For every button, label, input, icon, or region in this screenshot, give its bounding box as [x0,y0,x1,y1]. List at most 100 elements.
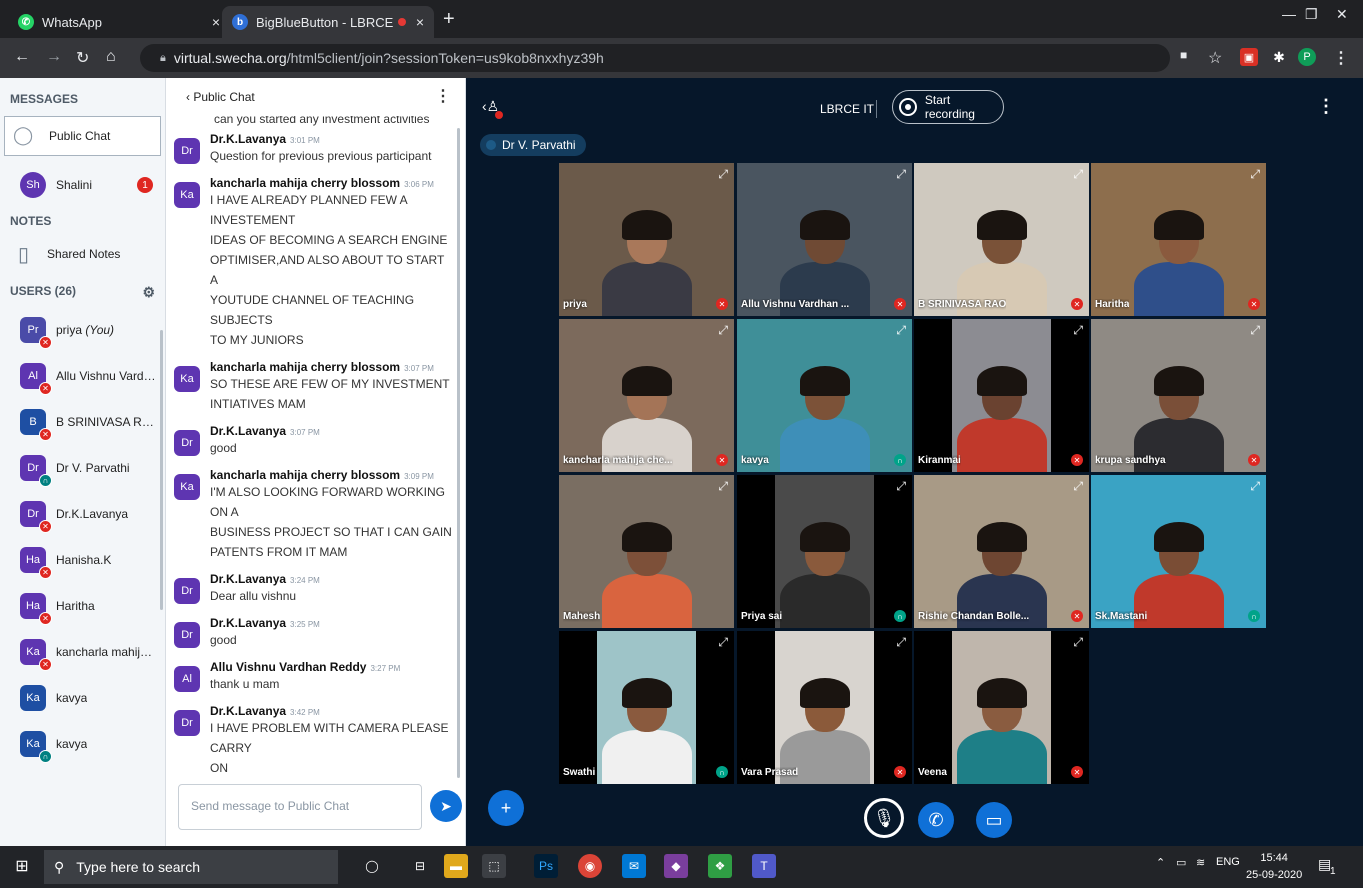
back-to-chats-link[interactable]: ‹ Public Chat [186,90,255,104]
back-icon[interactable]: ← [14,48,30,66]
participant-name[interactable]: B SRINIVASA RAO [918,299,1006,310]
start-recording-button[interactable]: Start recording [892,90,1004,124]
participant-name[interactable]: kancharla mahija che... [563,455,673,466]
url-field[interactable]: 🔒︎ virtual.swecha.org /html5client/join?… [140,44,1170,72]
bookmark-star-icon[interactable]: ☆ [1208,48,1222,68]
user-list-item[interactable]: Ka ∩ kavya [0,721,165,767]
video-tile[interactable]: ⤢ kavya ∩ [736,318,913,473]
fullscreen-icon[interactable]: ⤢ [718,167,728,182]
close-tab-icon[interactable]: × [416,14,424,30]
chrome-icon[interactable]: ◉ [578,854,602,878]
close-window-icon[interactable]: ✕ [1336,6,1348,23]
language-indicator[interactable]: ENG [1216,856,1240,868]
battery-icon[interactable]: ▭ [1176,856,1186,869]
participant-name[interactable]: priya [563,299,587,310]
fullscreen-icon[interactable]: ⤢ [896,167,906,182]
actions-plus-button[interactable]: + [488,790,524,826]
fullscreen-icon[interactable]: ⤢ [1073,635,1083,650]
cortana-icon[interactable]: ◯ [360,854,384,878]
participant-name[interactable]: krupa sandhya [1095,455,1166,466]
user-list-item[interactable]: Dr ✕ Dr.K.Lavanya [0,491,165,537]
fullscreen-icon[interactable]: ⤢ [1250,323,1260,338]
fullscreen-icon[interactable]: ⤢ [718,479,728,494]
video-tile[interactable]: ⤢ Sk.Mastani ∩ [1090,474,1267,629]
toggle-users-icon[interactable]: ‹♙ [482,98,504,119]
fullscreen-icon[interactable]: ⤢ [718,635,728,650]
participant-name[interactable]: Allu Vishnu Vardhan ... [741,299,849,310]
participant-name[interactable]: Rishie Chandan Bolle... [918,611,1029,622]
taskbar-search-field[interactable]: ⚲ Type here to search [44,850,338,884]
home-icon[interactable]: ⌂ [106,48,116,66]
extension-icon[interactable]: ▣ [1240,48,1258,66]
browser-menu-icon[interactable]: ⋮ [1333,48,1349,68]
fullscreen-icon[interactable]: ⤢ [896,479,906,494]
mute-microphone-button[interactable]: 🎙︎ [864,798,904,838]
tab-whatsapp[interactable]: ✆ WhatsApp × [8,6,230,38]
user-list-item[interactable]: Pr ✕ priya (You) [0,307,165,353]
user-list-item[interactable]: Ka ✕ kancharla mahija c... [0,629,165,675]
users-scrollbar[interactable] [160,330,163,610]
send-icon[interactable]: ➤ [430,790,462,822]
video-tile[interactable]: ⤢ Mahesh [558,474,735,629]
reload-icon[interactable]: ↻ [76,48,89,68]
participant-name[interactable]: Sk.Mastani [1095,611,1147,622]
maximize-icon[interactable]: ❐ [1305,6,1318,23]
clock[interactable]: 15:44 25-09-2020 [1246,850,1302,884]
mail-icon[interactable]: ✉ [622,854,646,878]
close-tab-icon[interactable]: × [212,14,220,30]
user-list-item[interactable]: B ✕ B SRINIVASA RAO [0,399,165,445]
user-list-item[interactable]: Ka kavya [0,675,165,721]
participant-name[interactable]: Kiranmai [918,455,961,466]
fullscreen-icon[interactable]: ⤢ [1250,167,1260,182]
task-view-icon[interactable]: ⊟ [408,854,432,878]
video-tile[interactable]: ⤢ Swathi ∩ [558,630,735,785]
file-explorer-icon[interactable]: ▬ [444,854,468,878]
new-tab-button[interactable]: + [443,8,455,31]
video-tile[interactable]: ⤢ Allu Vishnu Vardhan ... ✕ [736,162,913,317]
store-icon[interactable]: ⬚ [482,854,506,878]
video-tile[interactable]: ⤢ Priya sai ∩ [736,474,913,629]
participant-name[interactable]: Veena [918,767,947,778]
fullscreen-icon[interactable]: ⤢ [718,323,728,338]
video-tile[interactable]: ⤢ Vara Prasad ✕ [736,630,913,785]
public-chat-item[interactable]: ◯ Public Chat [4,116,161,156]
chat-scrollbar[interactable] [457,128,460,778]
participant-name[interactable]: Haritha [1095,299,1129,310]
chat-message-input[interactable]: Send message to Public Chat [178,784,422,830]
user-list-item[interactable]: Al ✕ Allu Vishnu Vardha... [0,353,165,399]
profile-avatar[interactable]: P [1298,48,1316,66]
leave-audio-button[interactable]: ✆ [918,802,954,838]
meeting-options-icon[interactable]: ⋮ [1317,96,1335,117]
fullscreen-icon[interactable]: ⤢ [1073,479,1083,494]
video-tile[interactable]: ⤢ Veena ✕ [913,630,1090,785]
photoshop-icon[interactable]: Ps [534,854,558,878]
video-tile[interactable]: ⤢ priya ✕ [558,162,735,317]
app-icon[interactable]: ◆ [664,854,688,878]
video-tile[interactable]: ⤢ krupa sandhya ✕ [1090,318,1267,473]
video-tile[interactable]: ⤢ B SRINIVASA RAO ✕ [913,162,1090,317]
share-webcam-button[interactable]: ▭ [976,802,1012,838]
puzzle-icon[interactable]: ✱ [1270,48,1288,66]
participant-name[interactable]: Priya sai [741,611,782,622]
video-tile[interactable]: ⤢ Haritha ✕ [1090,162,1267,317]
user-list-item[interactable]: Dr ∩ Dr V. Parvathi [0,445,165,491]
chat-options-icon[interactable]: ⋮ [435,86,451,106]
camera-icon[interactable]: ■ [1180,48,1187,62]
video-tile[interactable]: ⤢ Rishie Chandan Bolle... ✕ [913,474,1090,629]
user-list-item[interactable]: Ha ✕ Haritha [0,583,165,629]
forward-icon[interactable]: → [46,48,62,66]
fullscreen-icon[interactable]: ⤢ [1073,167,1083,182]
fullscreen-icon[interactable]: ⤢ [896,323,906,338]
participant-name[interactable]: kavya [741,455,769,466]
windows-start-icon[interactable]: ⊞ [10,854,34,878]
shared-notes-item[interactable]: ▯ Shared Notes [0,234,165,274]
fullscreen-icon[interactable]: ⤢ [896,635,906,650]
participant-name[interactable]: Vara Prasad [741,767,798,778]
user-list-item[interactable]: Ha ✕ Hanisha.K [0,537,165,583]
tab-bigbluebutton[interactable]: b BigBlueButton - LBRCE IT × [222,6,434,38]
private-chat-shalini[interactable]: Sh Shalini 1 [0,160,165,210]
fullscreen-icon[interactable]: ⤢ [1250,479,1260,494]
fullscreen-icon[interactable]: ⤢ [1073,323,1083,338]
participant-name[interactable]: Mahesh [563,611,600,622]
app-icon-2[interactable]: ❖ [708,854,732,878]
